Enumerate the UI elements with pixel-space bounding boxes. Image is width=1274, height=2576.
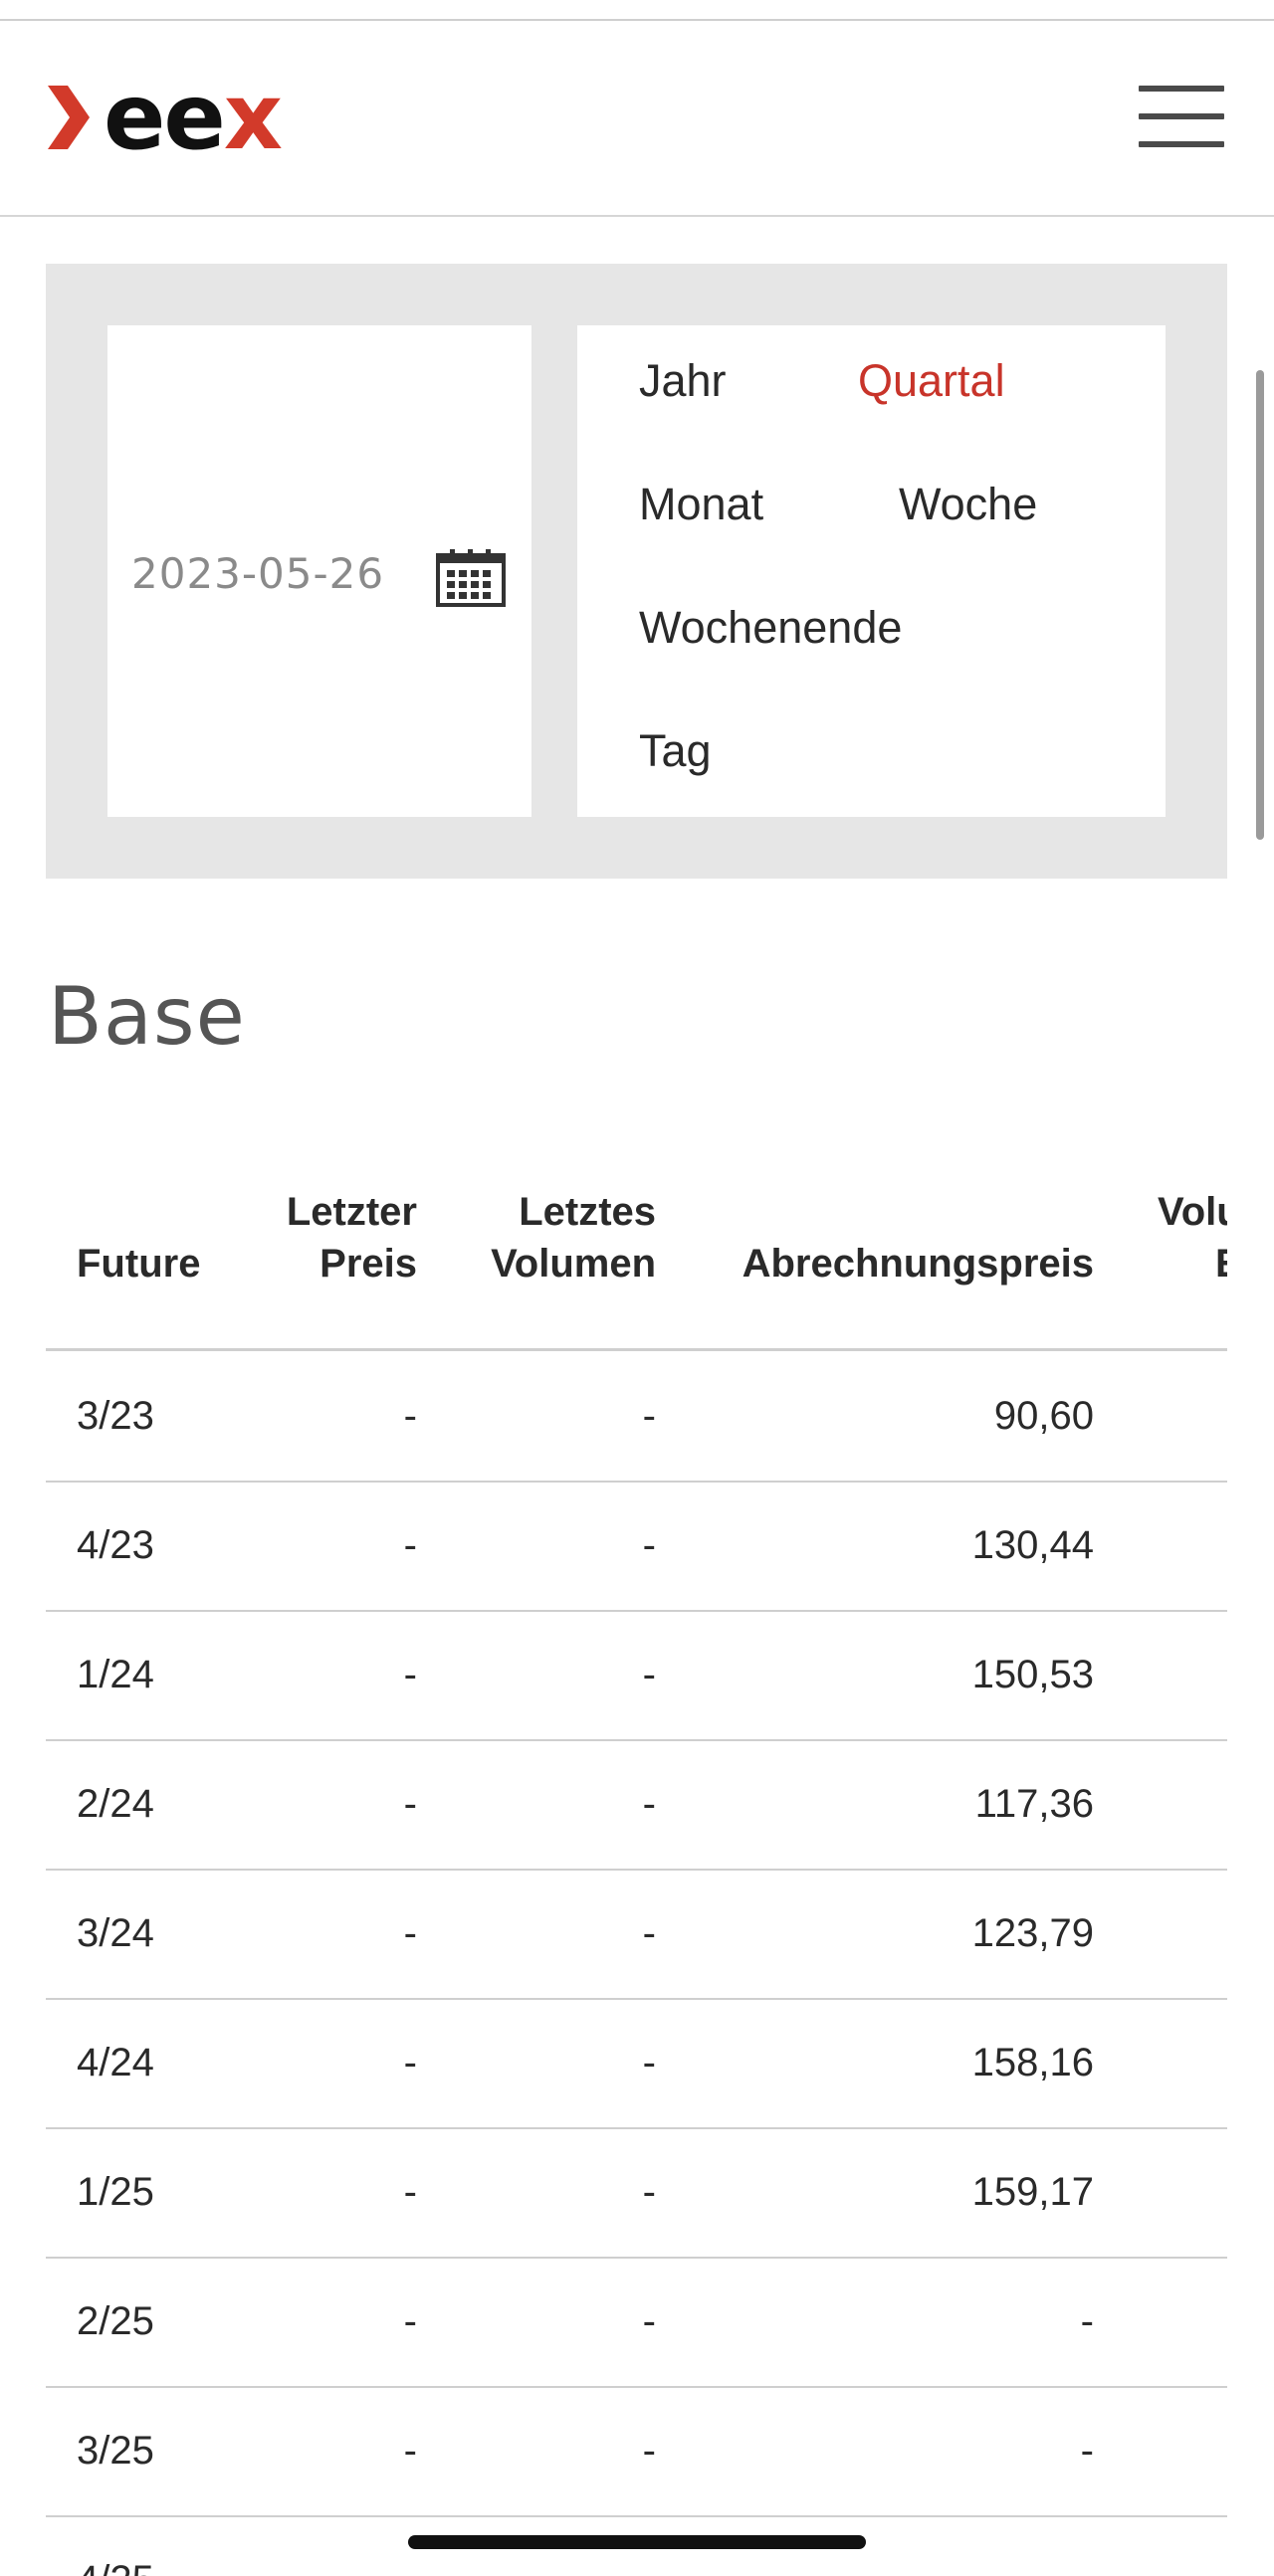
table-row: 4/23 - - 130,44 <box>46 1481 1227 1612</box>
eex-logo[interactable]: eex <box>48 72 283 163</box>
cell-abrechnungspreis: 123,79 <box>971 1911 1094 1955</box>
cell-letztes-volumen: - <box>642 1394 656 1438</box>
cell-letzter-preis: - <box>403 1653 417 1696</box>
cell-letztes-volumen: - <box>642 2041 656 2084</box>
period-option-monat[interactable]: Monat <box>639 479 763 530</box>
cell-letztes-volumen: - <box>642 2299 656 2343</box>
column-header-volumen-partial[interactable]: Volu E <box>1158 1186 1227 1289</box>
cell-letztes-volumen: - <box>642 1653 656 1696</box>
cell-future: 4/25 <box>77 2515 154 2576</box>
table-row: 4/24 - - 158,16 <box>46 1998 1227 2129</box>
menu-line <box>1139 113 1224 119</box>
table-row: 1/24 - - 150,53 <box>46 1610 1227 1741</box>
filter-panel: 2023-05-26 Jahr Quartal Monat Woche Woch… <box>46 264 1227 879</box>
cell-abrechnungspreis: 130,44 <box>971 1523 1094 1567</box>
cell-letzter-preis: - <box>403 2429 417 2473</box>
section-title: Base <box>48 970 246 1063</box>
cell-abrechnungspreis: 90,60 <box>993 1394 1094 1438</box>
cell-abrechnungspreis: - <box>1080 2299 1094 2343</box>
cell-future: 3/25 <box>77 2429 154 2473</box>
period-option-quartal[interactable]: Quartal <box>858 355 1005 407</box>
cell-letztes-volumen: - <box>642 2429 656 2473</box>
column-header-line: Volu <box>1158 1190 1227 1234</box>
cell-letzter-preis: - <box>403 2170 417 2214</box>
cell-future: 1/25 <box>77 2170 154 2214</box>
column-header-letzter-preis[interactable]: Letzter Preis <box>287 1186 417 1289</box>
cell-abrechnungspreis: - <box>1080 2429 1094 2473</box>
period-selector: Jahr Quartal Monat Woche Wochenende Tag <box>577 325 1166 817</box>
cell-letzter-preis: - <box>403 2041 417 2084</box>
column-header-letztes-volumen[interactable]: Letztes Volumen <box>491 1186 656 1289</box>
column-header-line: Letzter <box>286 1190 417 1234</box>
column-header-future[interactable]: Future <box>77 1238 200 1289</box>
logo-wordmark: eex <box>104 72 283 163</box>
period-option-tag[interactable]: Tag <box>639 725 712 777</box>
menu-line <box>1139 141 1224 147</box>
cell-letztes-volumen: - <box>642 1782 656 1826</box>
table-row: 3/23 - - 90,60 <box>46 1351 1227 1483</box>
calendar-icon[interactable] <box>436 549 506 607</box>
scrollbar[interactable] <box>1256 370 1264 840</box>
cell-abrechnungspreis: 117,36 <box>974 1782 1094 1826</box>
cell-letzter-preis: - <box>403 1394 417 1438</box>
table-row: 3/24 - - 123,79 <box>46 1869 1227 2000</box>
cell-future: 3/24 <box>77 1911 154 1955</box>
table-row: 1/25 - - 159,17 <box>46 2127 1227 2259</box>
logo-text-main: ee <box>104 64 226 170</box>
cell-abrechnungspreis: 158,16 <box>971 2041 1094 2084</box>
table-row: 3/25 - - - <box>46 2386 1227 2517</box>
logo-text-accent: x <box>223 64 283 170</box>
period-option-jahr[interactable]: Jahr <box>639 355 727 407</box>
cell-future: 4/24 <box>77 2041 154 2084</box>
chevron-right-icon <box>48 86 90 149</box>
cell-letztes-volumen: - <box>642 1523 656 1567</box>
home-indicator[interactable] <box>408 2535 866 2549</box>
cell-future: 4/23 <box>77 1523 154 1567</box>
cell-abrechnungspreis: 159,17 <box>971 2170 1094 2214</box>
hamburger-menu-icon[interactable] <box>1139 86 1224 147</box>
cell-future: 1/24 <box>77 1653 154 1696</box>
cell-future: 3/23 <box>77 1394 154 1438</box>
cell-letztes-volumen: - <box>642 1911 656 1955</box>
cell-letzter-preis: - <box>403 1911 417 1955</box>
cell-letzter-preis: - <box>403 1523 417 1567</box>
date-picker[interactable]: 2023-05-26 <box>107 325 531 817</box>
column-header-line: Letztes <box>519 1190 656 1234</box>
futures-table: Future Letzter Preis Letztes Volumen Abr… <box>46 1154 1227 2576</box>
period-option-wochenende[interactable]: Wochenende <box>639 602 902 654</box>
cell-future: 2/24 <box>77 1782 154 1826</box>
column-header-abrechnungspreis[interactable]: Abrechnungspreis <box>743 1238 1094 1289</box>
table-row: 2/24 - - 117,36 <box>46 1739 1227 1871</box>
table-row: 2/25 - - - <box>46 2257 1227 2388</box>
header-divider <box>0 215 1274 217</box>
cell-future: 2/25 <box>77 2299 154 2343</box>
column-header-line: E <box>1158 1238 1227 1289</box>
period-option-woche[interactable]: Woche <box>899 479 1037 530</box>
cell-abrechnungspreis: 150,53 <box>971 1653 1094 1696</box>
cell-letztes-volumen: - <box>642 2170 656 2214</box>
column-header-line: Preis <box>319 1242 417 1286</box>
cell-letzter-preis: - <box>403 2299 417 2343</box>
date-input[interactable]: 2023-05-26 <box>131 549 384 598</box>
menu-line <box>1139 86 1224 92</box>
column-header-line: Volumen <box>491 1242 656 1286</box>
cell-letzter-preis: - <box>403 1782 417 1826</box>
